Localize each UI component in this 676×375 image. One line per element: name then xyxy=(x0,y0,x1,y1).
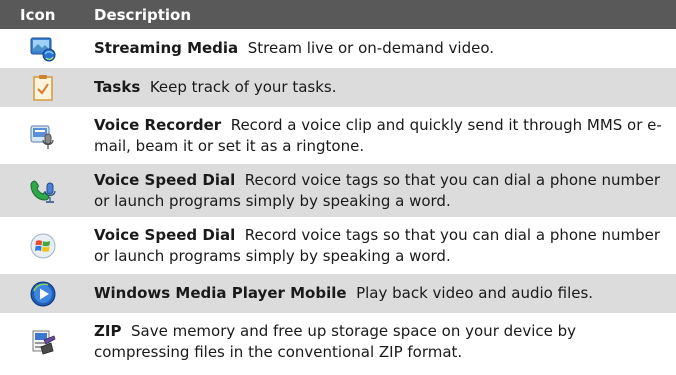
description-column-header: Description xyxy=(94,5,192,24)
windows-logo-icon xyxy=(30,233,56,258)
program-name: Streaming Media xyxy=(94,39,239,57)
programs-table: Icon Description Streaming Media Stream … xyxy=(0,0,676,368)
table-row: Tasks Keep track of your tasks. xyxy=(0,68,676,107)
table-row: ZIP Save memory and free up storage spac… xyxy=(0,315,676,368)
program-name: Voice Speed Dial xyxy=(94,170,236,189)
zip-icon xyxy=(32,330,56,354)
table-header: Icon Description xyxy=(0,0,676,29)
streaming-media-icon xyxy=(30,37,56,61)
table-row: Voice Recorder Record a voice clip and q… xyxy=(0,109,676,162)
voice-recorder-icon xyxy=(30,125,54,149)
table-row: Streaming Media Stream live or on-demand… xyxy=(0,29,676,68)
icon-column-header: Icon xyxy=(20,5,56,24)
program-description: Save memory and free up storage space on… xyxy=(94,321,577,361)
table-row: Voice Speed Dial Record voice tags so th… xyxy=(0,219,676,272)
program-name: Voice Speed Dial xyxy=(94,225,236,244)
voice-speed-dial-icon xyxy=(30,180,56,203)
program-name: Tasks xyxy=(94,78,141,96)
tasks-icon xyxy=(33,74,53,101)
program-name: ZIP xyxy=(94,321,122,340)
program-description: Play back video and audio files. xyxy=(356,284,594,302)
program-description: Stream live or on-demand video. xyxy=(247,39,495,57)
table-row: Voice Speed Dial Record voice tags so th… xyxy=(0,164,676,217)
program-description: Keep track of your tasks. xyxy=(149,78,337,96)
program-name: Voice Recorder xyxy=(94,115,222,134)
windows-media-player-icon xyxy=(30,281,56,306)
program-name: Windows Media Player Mobile xyxy=(94,284,347,302)
table-row: Windows Media Player Mobile Play back vi… xyxy=(0,274,676,313)
